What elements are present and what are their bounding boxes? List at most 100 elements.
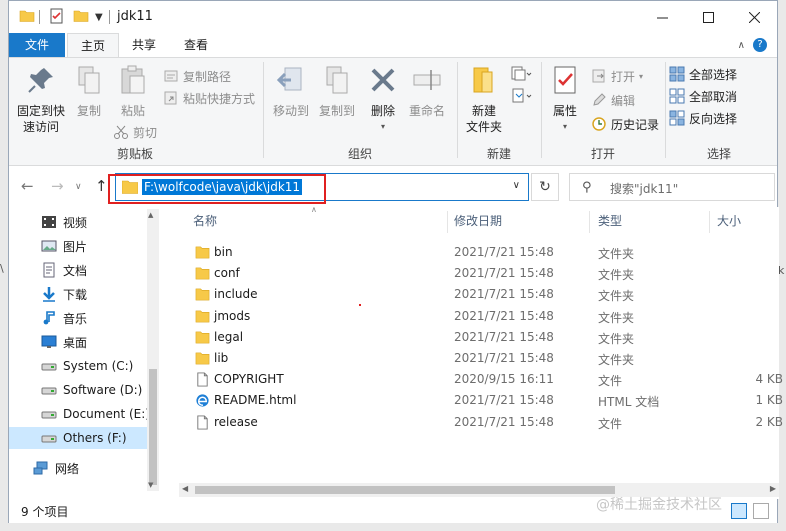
- history-button[interactable]: 历史记录: [591, 114, 659, 134]
- file-row[interactable]: bin 2021/7/21 15:48 文件夹: [169, 242, 779, 263]
- tab-file[interactable]: 文件: [9, 33, 65, 57]
- file-row[interactable]: README.html 2021/7/21 15:48 HTML 文档 1 KB: [169, 390, 783, 411]
- file-row[interactable]: release 2021/7/21 15:48 文件 2 KB: [169, 412, 783, 433]
- new-item-icon[interactable]: [511, 66, 533, 82]
- clipboard-group: 固定到快 速访问 复制 粘贴 复制路径 粘贴快捷方式 剪切 剪贴板: [9, 58, 261, 166]
- minimize-icon: [656, 17, 668, 18]
- nav-item[interactable]: System (C:): [9, 355, 155, 377]
- folder-icon: [195, 352, 210, 365]
- column-header-name[interactable]: 名称: [193, 207, 217, 235]
- drive-icon: [41, 435, 57, 443]
- column-header-size[interactable]: 大小: [717, 207, 741, 235]
- scrollbar-thumb[interactable]: [149, 369, 157, 485]
- nav-item[interactable]: 文档: [9, 259, 155, 281]
- pin-quick-access-button[interactable]: 固定到快 速访问: [13, 64, 69, 135]
- minimize-button[interactable]: [639, 1, 685, 33]
- folder-icon[interactable]: [19, 8, 35, 24]
- nav-item[interactable]: 图片: [9, 235, 155, 257]
- cut-label: 剪切: [133, 125, 158, 140]
- column-divider[interactable]: [589, 211, 590, 233]
- up-button[interactable]: ↑: [95, 177, 108, 195]
- properties-button[interactable]: 属性 ▾: [545, 64, 585, 135]
- invert-selection-button[interactable]: 反向选择: [669, 108, 737, 128]
- nav-item[interactable]: 桌面: [9, 331, 155, 353]
- pin-label: 固定到快 速访问: [16, 104, 65, 134]
- search-placeholder: 搜索"jdk11": [610, 182, 679, 196]
- rename-button[interactable]: 重命名: [405, 64, 449, 119]
- column-header-date[interactable]: 修改日期: [454, 207, 502, 235]
- file-name: conf: [214, 266, 240, 281]
- network-icon: [33, 461, 48, 475]
- chevron-down-icon: ▾: [639, 71, 644, 81]
- copy-to-button[interactable]: 复制到: [315, 64, 359, 119]
- nav-item[interactable]: 视频: [9, 211, 155, 233]
- tab-view[interactable]: 查看: [171, 33, 221, 57]
- edit-button[interactable]: 编辑: [591, 90, 635, 110]
- file-row[interactable]: lib 2021/7/21 15:48 文件夹: [169, 348, 779, 369]
- tab-share[interactable]: 共享: [121, 33, 167, 57]
- back-button[interactable]: ←: [21, 177, 34, 195]
- file-row[interactable]: include 2021/7/21 15:48 文件夹: [169, 284, 779, 305]
- copy-label: 复制: [76, 104, 101, 118]
- move-to-button[interactable]: 移动到: [269, 64, 313, 119]
- nav-scrollbar[interactable]: ▲ ▼: [147, 209, 159, 491]
- help-icon[interactable]: ?: [753, 38, 767, 52]
- nav-item-label: Others (F:): [63, 431, 127, 445]
- scrollbar-thumb[interactable]: [195, 486, 615, 494]
- scissors-icon: [114, 125, 128, 139]
- column-divider[interactable]: [447, 211, 448, 233]
- copy-to-label: 复制到: [318, 104, 355, 118]
- new-folder-button[interactable]: 新建 文件夹: [459, 64, 509, 135]
- search-box[interactable]: ⚲ 搜索"jdk11": [569, 173, 775, 201]
- recent-locations-button[interactable]: ∨: [75, 182, 82, 192]
- copy-path-button[interactable]: 复制路径: [163, 66, 231, 86]
- clipboard-group-label: 剪贴板: [116, 147, 153, 161]
- chevron-up-icon[interactable]: ∧: [738, 40, 745, 51]
- select-none-button[interactable]: 全部取消: [669, 86, 737, 106]
- paste-button[interactable]: 粘贴: [113, 64, 153, 119]
- column-divider[interactable]: [709, 211, 710, 233]
- file-row[interactable]: conf 2021/7/21 15:48 文件夹: [169, 263, 779, 284]
- cut-button[interactable]: 剪切: [113, 122, 157, 142]
- details-view-button[interactable]: [731, 503, 747, 519]
- maximize-button[interactable]: [685, 1, 731, 33]
- file-name: release: [214, 414, 258, 429]
- easy-access-icon[interactable]: [511, 88, 533, 104]
- forward-button[interactable]: →: [51, 177, 64, 195]
- chevron-down-icon[interactable]: ∨: [513, 180, 520, 191]
- scroll-left-icon[interactable]: ◀: [182, 484, 188, 493]
- nav-item-label: 下载: [63, 287, 88, 302]
- large-icons-view-button[interactable]: [753, 503, 769, 519]
- copy-button[interactable]: 复制: [71, 64, 107, 119]
- scroll-right-icon[interactable]: ▶: [770, 484, 776, 493]
- column-header-type[interactable]: 类型: [598, 207, 622, 235]
- new-folder-icon[interactable]: [73, 8, 89, 24]
- properties-icon[interactable]: [49, 8, 65, 24]
- paste-shortcut-button[interactable]: 粘贴快捷方式: [163, 88, 255, 108]
- group-divider: [263, 62, 264, 158]
- file-row[interactable]: COPYRIGHT 2020/9/15 16:11 文件 4 KB: [169, 369, 783, 390]
- select-all-button[interactable]: 全部选择: [669, 64, 737, 84]
- close-button[interactable]: [731, 1, 777, 33]
- open-button[interactable]: 打开 ▾: [591, 66, 643, 86]
- nav-item[interactable]: 音乐: [9, 307, 155, 329]
- nav-item[interactable]: Others (F:): [9, 427, 155, 449]
- copy-path-label: 复制路径: [183, 69, 232, 84]
- group-divider: [457, 62, 458, 158]
- nav-item[interactable]: Document (E:): [9, 403, 155, 425]
- file-type: 文件夹: [598, 289, 635, 304]
- file-row[interactable]: jmods 2021/7/21 15:48 文件夹: [169, 306, 779, 327]
- select-none-icon: [669, 88, 685, 104]
- scroll-down-icon[interactable]: ▼: [148, 481, 153, 489]
- delete-button[interactable]: 删除 ▾: [365, 64, 401, 135]
- refresh-button[interactable]: ↻: [531, 173, 559, 201]
- nav-item[interactable]: Software (D:): [9, 379, 155, 401]
- nav-item[interactable]: 下载: [9, 283, 155, 305]
- copy-path-icon: [164, 70, 178, 82]
- nav-item[interactable]: 网络: [9, 457, 155, 479]
- folder-icon: [195, 267, 210, 280]
- file-row[interactable]: legal 2021/7/21 15:48 文件夹: [169, 327, 779, 348]
- file-name: bin: [214, 245, 233, 259]
- tab-home[interactable]: 主页: [67, 33, 119, 57]
- scroll-up-icon[interactable]: ▲: [148, 211, 153, 219]
